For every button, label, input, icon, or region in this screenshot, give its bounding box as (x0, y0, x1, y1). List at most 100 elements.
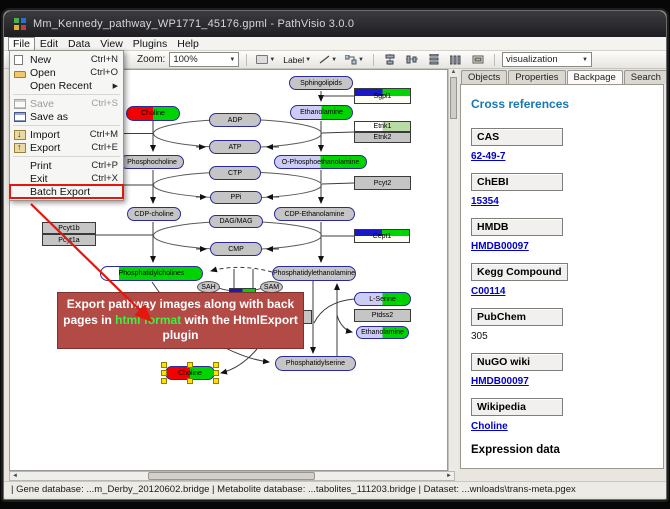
node-pcyt1a[interactable]: Pcyt1a (42, 234, 96, 246)
scroll-up-icon[interactable]: ▲ (451, 69, 457, 75)
menu-item-label: Save as (30, 111, 68, 123)
line-tool-dropdown[interactable]: ▼ (317, 53, 339, 66)
visualization-combobox[interactable]: visualization ▼ (502, 52, 592, 67)
backpage-panel[interactable]: Cross references CAS 62-49-7 ChEBI 15354… (460, 84, 664, 469)
xref-value: 305 (471, 331, 653, 342)
menu-plugins[interactable]: Plugins (128, 38, 172, 50)
label-tool-dropdown[interactable]: Label ▼ (281, 53, 313, 66)
menu-view[interactable]: View (95, 38, 128, 50)
xref-link[interactable]: 15354 (471, 196, 499, 207)
toolbar-separator (494, 54, 495, 66)
menu-item-import[interactable]: Import Ctrl+M (10, 128, 123, 141)
export-icon (14, 143, 26, 153)
node-pcyt1b[interactable]: Pcyt1b (42, 222, 96, 234)
scrollbar-thumb[interactable] (148, 472, 315, 480)
canvas-vertical-scrollbar[interactable]: ▲ (448, 69, 458, 471)
common-bounds-button[interactable] (469, 53, 487, 66)
node-sgpl1[interactable]: Sgpl1 (354, 88, 411, 104)
menu-file[interactable]: File (8, 37, 35, 51)
scrollbar-thumb[interactable] (450, 77, 457, 119)
node-pcyt2[interactable]: Pcyt2 (354, 176, 411, 190)
menu-item-open-recent[interactable]: Open Recent ▶ (10, 79, 123, 92)
xref-section-pubchem: PubChem 305 (471, 307, 653, 342)
line-icon (319, 55, 330, 64)
title-bar[interactable]: Mm_Kennedy_pathway_WP1771_45176.gpml - P… (4, 11, 666, 37)
node-phosphatidylethanolamine[interactable]: Phosphatidylethanolamine (272, 266, 356, 281)
node-ethanolamine-bottom[interactable]: Ethanolamine (356, 326, 409, 339)
menu-shortcut: Ctrl+S (91, 98, 118, 109)
menu-item-export[interactable]: Export Ctrl+E (10, 141, 123, 154)
menu-item-new[interactable]: New Ctrl+N (10, 53, 123, 66)
menu-item-exit[interactable]: Exit Ctrl+X (10, 172, 123, 185)
node-phosphatidylserine[interactable]: Phosphatidylserine (275, 356, 356, 371)
scroll-left-icon[interactable]: ◄ (10, 473, 20, 479)
node-l-serine[interactable]: L-Serine (354, 292, 411, 306)
menu-edit[interactable]: Edit (35, 38, 63, 50)
node-ethanolamine-top[interactable]: Ethanolamine (290, 105, 353, 120)
selection-handle[interactable] (161, 370, 167, 376)
selection-handle[interactable] (187, 378, 193, 384)
xref-link[interactable]: C00114 (471, 286, 505, 297)
chevron-down-icon: ▼ (358, 57, 364, 63)
selection-handle[interactable] (187, 362, 193, 368)
menu-item-open[interactable]: Open Ctrl+O (10, 66, 123, 79)
menu-shortcut: Ctrl+X (91, 173, 118, 184)
zoom-label: Zoom: (137, 54, 165, 65)
align-center-y-button[interactable] (403, 53, 421, 66)
menu-item-save-as[interactable]: Save as (10, 110, 123, 123)
label-tool-text: Label (283, 55, 304, 65)
xref-link[interactable]: HMDB00097 (471, 241, 529, 252)
shape-tool-dropdown[interactable]: ▼ (254, 53, 277, 66)
node-adp[interactable]: ADP (209, 113, 261, 127)
node-phosphocholine[interactable]: Phosphocholine (120, 155, 184, 169)
chevron-down-icon: ▼ (582, 57, 588, 63)
tab-properties[interactable]: Properties (508, 70, 565, 84)
node-ppi[interactable]: PPi (210, 191, 262, 204)
connector-tool-dropdown[interactable]: ▼ (343, 53, 366, 66)
selection-handle[interactable] (161, 362, 167, 368)
toolbar-separator (373, 54, 374, 66)
node-etnk1[interactable]: Etnk1 (354, 121, 411, 132)
node-ctp[interactable]: CTP (209, 166, 261, 180)
distribute-horizontal-button[interactable] (447, 53, 465, 66)
menu-item-batch-export[interactable]: Batch Export (10, 185, 123, 198)
menu-item-label: Export (30, 142, 60, 154)
align-center-x-button[interactable] (381, 53, 399, 66)
expression-data-heading: Expression data (471, 444, 653, 456)
node-cept1[interactable]: Cept1 (354, 229, 410, 243)
menu-separator (13, 94, 120, 95)
selection-handle[interactable] (161, 378, 167, 384)
node-sphingolipids[interactable]: Sphingolipids (289, 76, 353, 90)
status-text: | Gene database: ...m_Derby_20120602.bri… (11, 484, 576, 495)
menu-item-print[interactable]: Print Ctrl+P (10, 159, 123, 172)
distribute-vertical-button[interactable] (425, 53, 443, 66)
xref-link[interactable]: HMDB00097 (471, 376, 529, 387)
node-ptdss2[interactable]: Ptdss2 (354, 309, 411, 322)
menu-help[interactable]: Help (172, 38, 204, 50)
node-choline-top[interactable]: Choline (126, 106, 180, 121)
selection-handle[interactable] (213, 362, 219, 368)
menu-icon-spacer (14, 161, 26, 171)
node-atp[interactable]: ATP (209, 140, 261, 154)
node-cdp-ethanolamine[interactable]: CDP-Ethanolamine (274, 207, 355, 221)
node-o-phosphoethanolamine[interactable]: O-Phosphoethanolamine (274, 155, 367, 169)
node-phosphatidylcholines[interactable]: Phosphatidylcholines (100, 266, 203, 281)
selection-handle[interactable] (213, 378, 219, 384)
tab-backpage[interactable]: Backpage (567, 70, 623, 84)
node-cmp[interactable]: CMP (210, 242, 262, 256)
selection-handle[interactable] (213, 370, 219, 376)
zoom-value: 100% (173, 54, 197, 65)
menu-data[interactable]: Data (63, 38, 95, 50)
xref-section-chebi: ChEBI 15354 (471, 172, 653, 207)
node-cdp-choline[interactable]: CDP-choline (127, 207, 181, 221)
zoom-combobox[interactable]: 100% ▼ (169, 52, 239, 67)
tab-search[interactable]: Search (624, 70, 667, 84)
tab-objects[interactable]: Objects (461, 70, 507, 84)
node-etnk2[interactable]: Etnk2 (354, 132, 411, 143)
xref-link[interactable]: Choline (471, 421, 508, 432)
menu-item-label: Print (30, 160, 52, 172)
scroll-right-icon[interactable]: ► (444, 473, 454, 479)
xref-link[interactable]: 62-49-7 (471, 151, 505, 162)
canvas-horizontal-scrollbar[interactable]: ◄ ► (9, 471, 455, 481)
node-dag-mag[interactable]: DAG/MAG (209, 215, 263, 228)
